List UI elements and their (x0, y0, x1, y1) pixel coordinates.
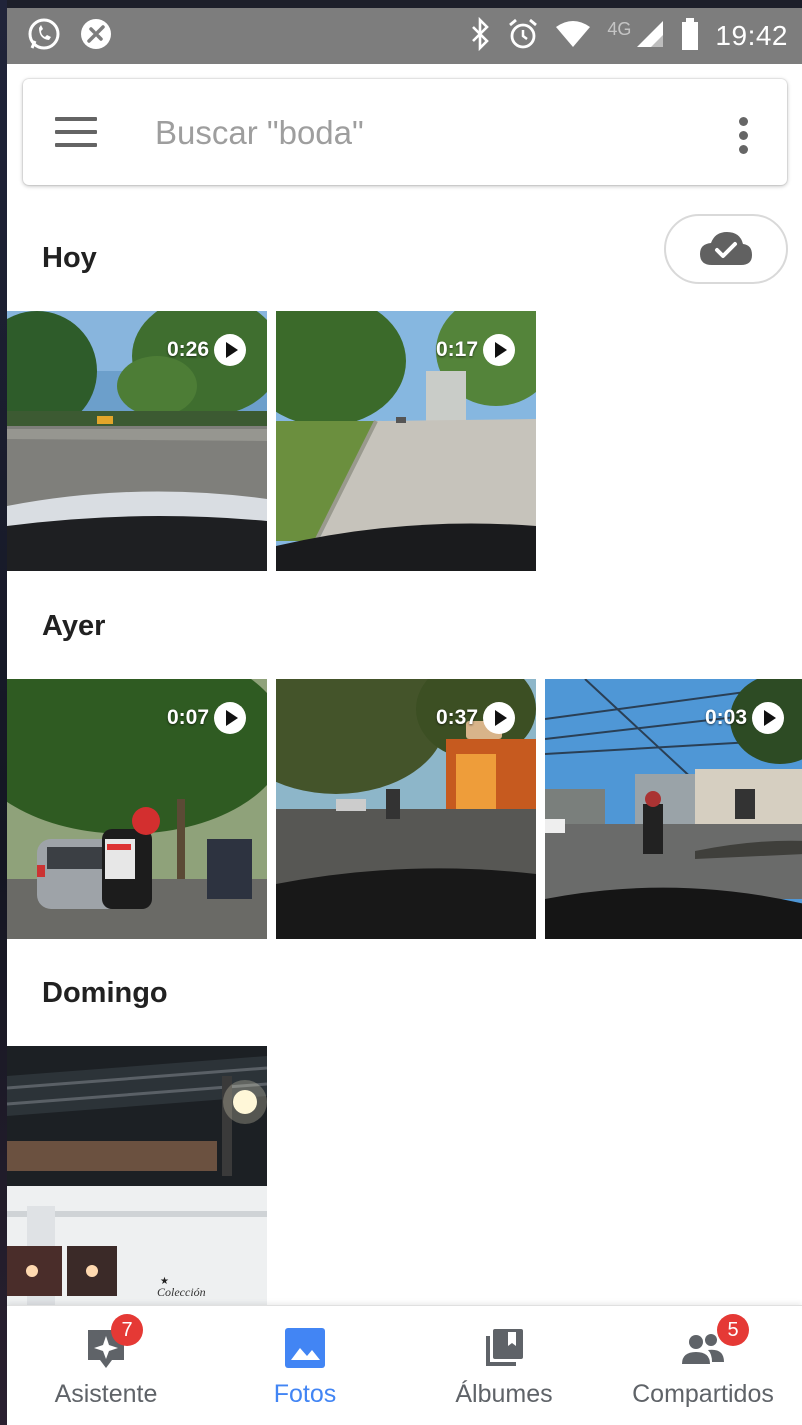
section-title-today: Hoy (42, 242, 97, 274)
nav-label: Asistente (54, 1380, 158, 1408)
albums-icon (486, 1329, 523, 1366)
section-title-sunday: Domingo (42, 977, 168, 1009)
nav-item-assistant[interactable]: 7 Asistente (7, 1306, 205, 1425)
bottom-navigation: 7 Asistente Fotos Álbumes 5 Compartidos (7, 1305, 802, 1425)
video-duration: 0:17 (436, 333, 516, 367)
video-thumbnail[interactable]: 0:07 (7, 679, 267, 939)
network-type: 4G (607, 18, 632, 39)
section-title-yesterday: Ayer (42, 610, 106, 642)
backup-status-button[interactable] (664, 214, 788, 284)
video-thumbnail[interactable]: 0:03 (545, 679, 802, 939)
video-duration: 0:03 (705, 701, 785, 735)
search-input[interactable] (153, 107, 677, 159)
video-thumbnail[interactable]: 0:37 (276, 679, 536, 939)
night-building-image: Colección ★ (7, 1046, 267, 1306)
nav-item-shared[interactable]: 5 Compartidos (604, 1306, 802, 1425)
notification-badge: 5 (717, 1314, 749, 1346)
device-frame-left (0, 0, 7, 1425)
nav-label: Fotos (273, 1380, 337, 1408)
more-vertical-icon[interactable] (729, 117, 759, 157)
nav-item-albums[interactable]: Álbumes (405, 1306, 603, 1425)
play-icon (214, 334, 246, 366)
video-thumbnail[interactable]: 0:17 (276, 311, 536, 571)
nav-item-photos[interactable]: Fotos (206, 1306, 404, 1425)
play-icon (483, 334, 515, 366)
nav-label: Compartidos (632, 1380, 774, 1408)
video-thumbnail[interactable]: 0:26 (7, 311, 267, 571)
signal-icon (635, 19, 665, 54)
photos-app: Hoy 0:26 (7, 64, 802, 1425)
status-bar: 4G 19:42 (7, 8, 802, 64)
play-icon (214, 702, 246, 734)
whatsapp-icon (27, 17, 61, 56)
play-icon (483, 702, 515, 734)
play-icon (752, 702, 784, 734)
battery-icon (681, 17, 699, 56)
photo-thumbnail[interactable]: Colección ★ (7, 1046, 267, 1306)
hamburger-menu-icon[interactable] (55, 117, 97, 147)
nav-label: Álbumes (455, 1380, 553, 1408)
photos-icon (285, 1328, 325, 1368)
video-duration: 0:07 (167, 701, 247, 735)
no-data-icon (79, 17, 113, 56)
video-duration: 0:37 (436, 701, 516, 735)
notification-badge: 7 (111, 1314, 143, 1346)
cloud-done-icon (700, 232, 752, 265)
bluetooth-icon (469, 16, 491, 56)
photo-caption: Colección (157, 1285, 206, 1299)
clock: 19:42 (715, 20, 788, 51)
alarm-icon (507, 18, 539, 55)
wifi-icon (555, 19, 591, 54)
svg-text:★: ★ (160, 1276, 169, 1287)
search-bar (23, 79, 787, 185)
video-duration: 0:26 (167, 333, 247, 367)
